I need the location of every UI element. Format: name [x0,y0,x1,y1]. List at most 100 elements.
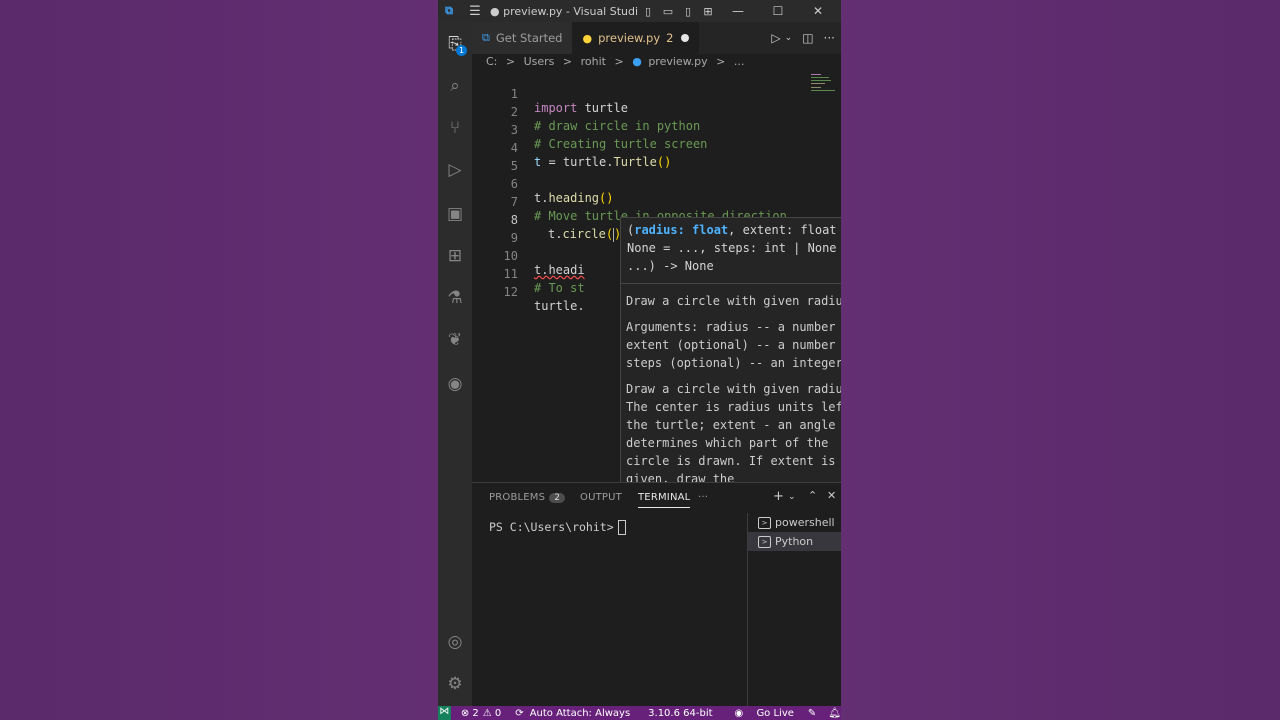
code-editor[interactable]: 1 import turtle 2 # draw circle in pytho… [472,72,841,511]
close-panel-icon[interactable]: ✕ [827,489,836,502]
tab-output[interactable]: OUTPUT [580,492,622,503]
title-bar: ⧉ ☰ ● preview.py - Visual Studio C... ▯ … [438,0,841,22]
more-actions-icon[interactable]: ··· [824,31,835,45]
search-icon[interactable]: ⌕ [438,72,472,100]
minimize-icon[interactable]: — [718,4,758,18]
maximize-icon[interactable]: ☐ [758,4,798,18]
tab-problem-count: 2 [666,31,674,45]
extensions-icon[interactable]: ⊞ [438,242,472,270]
breadcrumb-item[interactable]: preview.py [648,55,707,68]
terminal-icon: > [758,516,771,529]
toggle-panel-icon[interactable]: ▭ [658,5,678,18]
divider [621,283,841,284]
terminal-icon: > [758,535,771,548]
background-right [841,0,1280,720]
chevron-down-icon[interactable]: ⌄ [785,33,793,43]
signature-hover-widget[interactable]: (radius: float, extent: float | None = .… [620,217,841,511]
tab-label: Get Started [495,31,563,45]
chevron-down-icon[interactable]: ⌄ [788,492,796,502]
editor-tabs: ⧉ Get Started ● preview.py 2 ▷ ⌄ ◫ ··· [472,22,841,54]
tab-problems[interactable]: PROBLEMS 2 [489,492,566,503]
breadcrumb-item[interactable]: rohit [581,55,606,68]
minimap[interactable] [811,72,841,96]
new-terminal-icon[interactable]: + [773,489,784,504]
terminal-list: > powershell > Python [747,513,841,707]
terminal-output[interactable]: PS C:\Users\rohit> [489,520,626,535]
toggle-sidebar-icon[interactable]: ▯ [638,5,658,18]
terminal-label: powershell [775,516,835,529]
broadcast-icon: ◉ [734,707,747,719]
vscode-logo-icon: ⧉ [445,4,453,17]
code-text: turtle. [534,299,585,313]
python-file-icon: ● [582,31,593,45]
status-bar: ⋈ ⊗ 2 ⚠ 0 ⟳ Auto Attach: Always 3.10.6 6… [438,706,841,720]
code-line: 4 t = turtle.Turtle() [472,127,841,169]
terminal-prompt: PS C:\Users\rohit> [489,520,614,534]
python-version-status[interactable]: 3.10.6 64-bit [648,708,712,719]
bottom-panel: PROBLEMS 2 OUTPUT TERMINAL ··· + ⌄ ⌃ ✕ PS… [472,482,841,707]
run-debug-icon[interactable]: ▷ [438,156,472,184]
code-line-current: 8 t.circle() [472,199,841,242]
terminal-item-python[interactable]: > Python [748,532,841,551]
notifications-bell-icon[interactable]: 🔔︎ [828,708,841,719]
tab-get-started[interactable]: ⧉ Get Started [472,22,573,54]
explorer-badge: 1 [456,45,467,56]
breadcrumb-item[interactable]: C: [486,55,497,68]
line-number: 12 [503,285,518,299]
menu-icon[interactable]: ☰ [460,4,490,19]
breadcrumb-separator: > [562,55,573,68]
auto-attach-status[interactable]: Auto Attach: Always [530,708,630,719]
mongodb-leaf-icon[interactable]: ❦ [438,326,472,354]
customize-layout-icon[interactable]: ⊞ [698,5,718,18]
errors-status[interactable]: ⊗ 2 [461,708,479,719]
code-line: 3 # Creating turtle screen [472,109,841,151]
remote-indicator-icon[interactable]: ⋈ [438,706,451,720]
doc-details: Draw a circle with given radius. The cen… [626,382,841,486]
github-icon[interactable]: ◉ [438,370,472,398]
settings-gear-icon[interactable]: ⚙ [438,670,472,698]
code-line: 7 # Move turtle in opposite direction [472,181,841,223]
terminal-item-powershell[interactable]: > powershell [748,513,841,532]
panel-more-icon[interactable]: ··· [698,492,708,503]
vscode-icon: ⧉ [482,31,490,44]
account-icon[interactable]: ◎ [438,628,472,656]
explorer-icon[interactable]: ⎘ 1 [438,30,472,58]
debug-icon: ⟳ [515,707,524,719]
active-parameter: radius: float [634,223,729,237]
feedback-icon[interactable]: ✎ [808,708,816,719]
terminal-cursor [617,520,626,535]
code-line: 1 import turtle [472,73,841,115]
warnings-status[interactable]: ⚠ 0 [483,708,502,719]
breadcrumb-item[interactable]: ... [734,55,745,68]
testing-icon[interactable]: ⚗ [438,284,472,312]
close-icon[interactable]: ✕ [798,4,838,18]
breadcrumb: C: > Users > rohit > ● preview.py > ... [486,55,749,71]
tab-preview-py[interactable]: ● preview.py 2 [572,22,700,54]
remote-explorer-icon[interactable]: ▣ [438,200,472,228]
breadcrumb-item[interactable]: Users [524,55,555,68]
split-editor-icon[interactable]: ◫ [802,31,813,45]
toggle-secondary-sidebar-icon[interactable]: ▯ [678,5,698,18]
function-signature: (radius: float, extent: float | None = .… [621,218,841,279]
vscode-window: ⧉ ☰ ● preview.py - Visual Studio C... ▯ … [438,0,841,720]
doc-summary: Draw a circle with given radius. [626,294,841,308]
tab-label: PROBLEMS [489,492,546,503]
documentation: Draw a circle with given radius. Argumen… [621,292,841,488]
source-control-icon[interactable]: ⑂ [438,114,472,142]
code-line: 6 t.heading() [472,163,841,205]
breadcrumb-separator: > [505,55,516,68]
breadcrumb-separator: > [614,55,624,68]
go-live-label: Go Live [756,707,794,719]
panel-tabs: PROBLEMS 2 OUTPUT TERMINAL ··· + ⌄ ⌃ ✕ [472,483,841,511]
code-line: 2 # draw circle in python [472,91,841,133]
maximize-panel-icon[interactable]: ⌃ [808,489,817,502]
background-left [0,0,438,720]
editor-actions: ▷ ⌄ ◫ ··· [771,22,841,54]
tab-terminal[interactable]: TERMINAL [638,492,691,508]
run-file-icon[interactable]: ▷ [771,31,780,45]
doc-arguments: Arguments: radius -- a number extent (op… [626,320,841,370]
unsaved-dot-icon[interactable] [681,34,690,42]
code-line: 5 [472,145,841,173]
go-live-button[interactable]: ◉ Go Live [725,708,794,719]
tab-label: preview.py [598,31,661,45]
